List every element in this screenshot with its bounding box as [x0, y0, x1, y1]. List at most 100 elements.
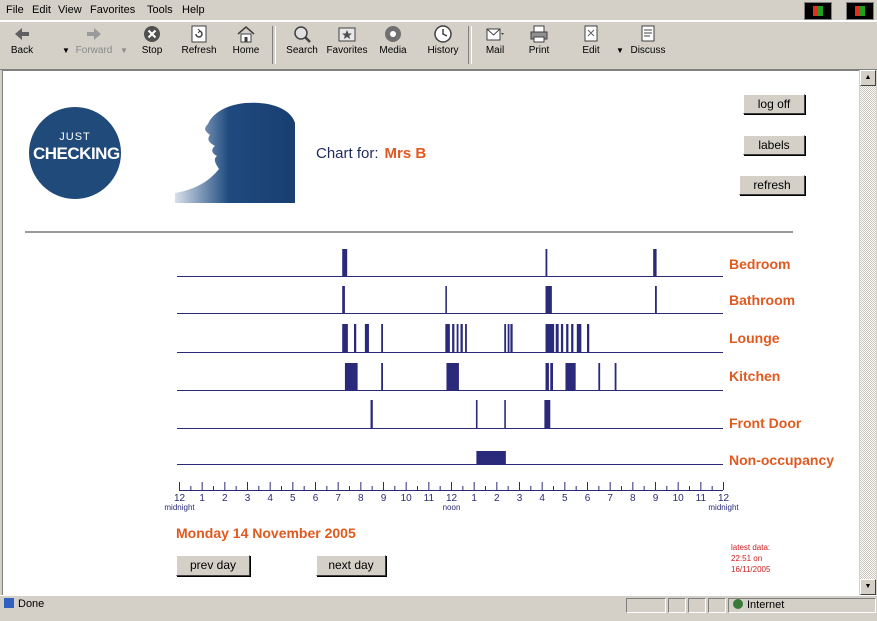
- back-button[interactable]: Back: [6, 24, 38, 56]
- menu-file[interactable]: File: [6, 4, 24, 16]
- media-label: Media: [379, 45, 407, 56]
- labels-button[interactable]: labels: [743, 135, 805, 155]
- row-label-bathroom: Bathroom: [729, 292, 796, 308]
- activity-bar: [446, 363, 459, 390]
- stop-button[interactable]: Stop: [136, 24, 168, 56]
- axis-tick-label: 8: [630, 493, 636, 504]
- mail-label: Mail: [485, 45, 505, 56]
- internet-zone: Internet: [733, 599, 784, 611]
- favorites-label: Favorites: [326, 45, 368, 56]
- scroll-down-icon[interactable]: ▼: [860, 579, 876, 595]
- activity-bar: [456, 324, 459, 352]
- latest-data-label: latest data:: [731, 543, 771, 552]
- activity-bar: [576, 324, 582, 352]
- home-button[interactable]: Home: [230, 24, 262, 56]
- row-label-lounge: Lounge: [729, 330, 780, 346]
- axis-tick-label: 1: [199, 493, 205, 504]
- vertical-scrollbar[interactable]: ▲ ▼: [860, 70, 876, 595]
- activity-bar: [545, 249, 548, 276]
- activity-bar: [504, 400, 506, 428]
- discuss-button[interactable]: Discuss: [628, 24, 668, 56]
- axis-sublabel: midnight: [708, 503, 739, 512]
- latest-data-info: latest data: 22:51 on 16/11/2005: [731, 542, 770, 575]
- history-button[interactable]: History: [424, 24, 462, 56]
- home-label: Home: [232, 45, 260, 56]
- discuss-label: Discuss: [630, 45, 666, 56]
- menu-help[interactable]: Help: [182, 4, 205, 16]
- axis-tick-label: 3: [517, 493, 523, 504]
- axis-tick-label: 1: [471, 493, 477, 504]
- windows-logo-icon: [804, 2, 832, 20]
- toolbar-separator: [272, 26, 276, 64]
- mail-button[interactable]: Mail: [478, 24, 512, 56]
- axis-tick-label: 2: [494, 493, 500, 504]
- activity-bar: [545, 363, 549, 390]
- chevron-down-icon[interactable]: ▼: [62, 46, 70, 55]
- status-panel: [708, 598, 726, 613]
- prev-day-button[interactable]: prev day: [176, 555, 250, 576]
- discuss-icon: [641, 25, 655, 42]
- activity-bar: [598, 363, 601, 390]
- activity-bar: [571, 324, 574, 352]
- media-icon: [385, 26, 401, 42]
- activity-bar: [344, 363, 358, 390]
- menu-bar: File Edit View Favorites Tools Help: [0, 0, 877, 21]
- stop-icon: [144, 26, 160, 42]
- row-label-front-door: Front Door: [729, 415, 802, 431]
- search-icon: [294, 26, 311, 43]
- activity-bar: [353, 324, 357, 352]
- axis-tick-label: 4: [267, 493, 273, 504]
- page-content: JUST CHECKING Chart for: Mrs B log off la…: [2, 70, 859, 595]
- axis-tick-label: 5: [562, 493, 568, 504]
- refresh-button[interactable]: Refresh: [178, 24, 220, 56]
- axis-tick-label: 9: [381, 493, 387, 504]
- axis-tick-label: 4: [539, 493, 545, 504]
- menu-edit[interactable]: Edit: [32, 4, 51, 16]
- favorites-button[interactable]: Favorites: [324, 24, 370, 56]
- activity-bar: [342, 324, 348, 352]
- forward-button[interactable]: Forward: [74, 24, 114, 56]
- activity-bar: [545, 324, 555, 352]
- activity-bar: [342, 249, 348, 276]
- axis-tick-label: 8: [358, 493, 364, 504]
- axis-tick-label: 2: [222, 493, 228, 504]
- date-title: Monday 14 November 2005: [176, 525, 356, 541]
- refresh-label: Refresh: [181, 45, 217, 56]
- activity-bar: [550, 363, 553, 390]
- page-done-icon: [4, 598, 14, 608]
- menu-favorites[interactable]: Favorites: [90, 4, 135, 16]
- activity-bar: [565, 363, 576, 390]
- latest-data-date: 16/11/2005: [731, 565, 771, 574]
- axis-tick-label: 10: [401, 493, 413, 504]
- search-button[interactable]: Search: [282, 24, 322, 56]
- log-off-button[interactable]: log off: [743, 94, 805, 114]
- activity-bar: [476, 451, 506, 464]
- edit-label: Edit: [582, 45, 600, 56]
- scroll-up-icon[interactable]: ▲: [860, 70, 876, 86]
- print-button[interactable]: Print: [524, 24, 554, 56]
- activity-bar: [587, 324, 590, 352]
- refresh-page-button[interactable]: refresh: [739, 175, 805, 195]
- activity-bar: [445, 286, 447, 313]
- activity-bar: [655, 286, 657, 313]
- activity-bar: [465, 324, 467, 352]
- chevron-down-icon[interactable]: ▼: [120, 46, 128, 55]
- menu-view[interactable]: View: [58, 4, 82, 16]
- activity-bar: [452, 324, 455, 352]
- axis-tick-label: 6: [313, 493, 319, 504]
- chevron-down-icon[interactable]: ▼: [616, 46, 624, 55]
- history-clock-icon: [434, 25, 452, 43]
- axis-tick-label: 7: [335, 493, 341, 504]
- activity-bar: [381, 324, 383, 352]
- row-label-kitchen: Kitchen: [729, 368, 781, 384]
- back-label: Back: [10, 45, 34, 56]
- favorites-star-icon: [338, 27, 356, 42]
- axis-tick-label: 10: [673, 493, 685, 504]
- menu-tools[interactable]: Tools: [147, 4, 173, 16]
- activity-bar: [544, 400, 551, 428]
- just-checking-logo: JUST CHECKING: [29, 107, 121, 199]
- edit-button[interactable]: Edit: [576, 24, 606, 56]
- globe-icon: [733, 599, 743, 609]
- next-day-button[interactable]: next day: [316, 555, 386, 576]
- media-button[interactable]: Media: [376, 24, 410, 56]
